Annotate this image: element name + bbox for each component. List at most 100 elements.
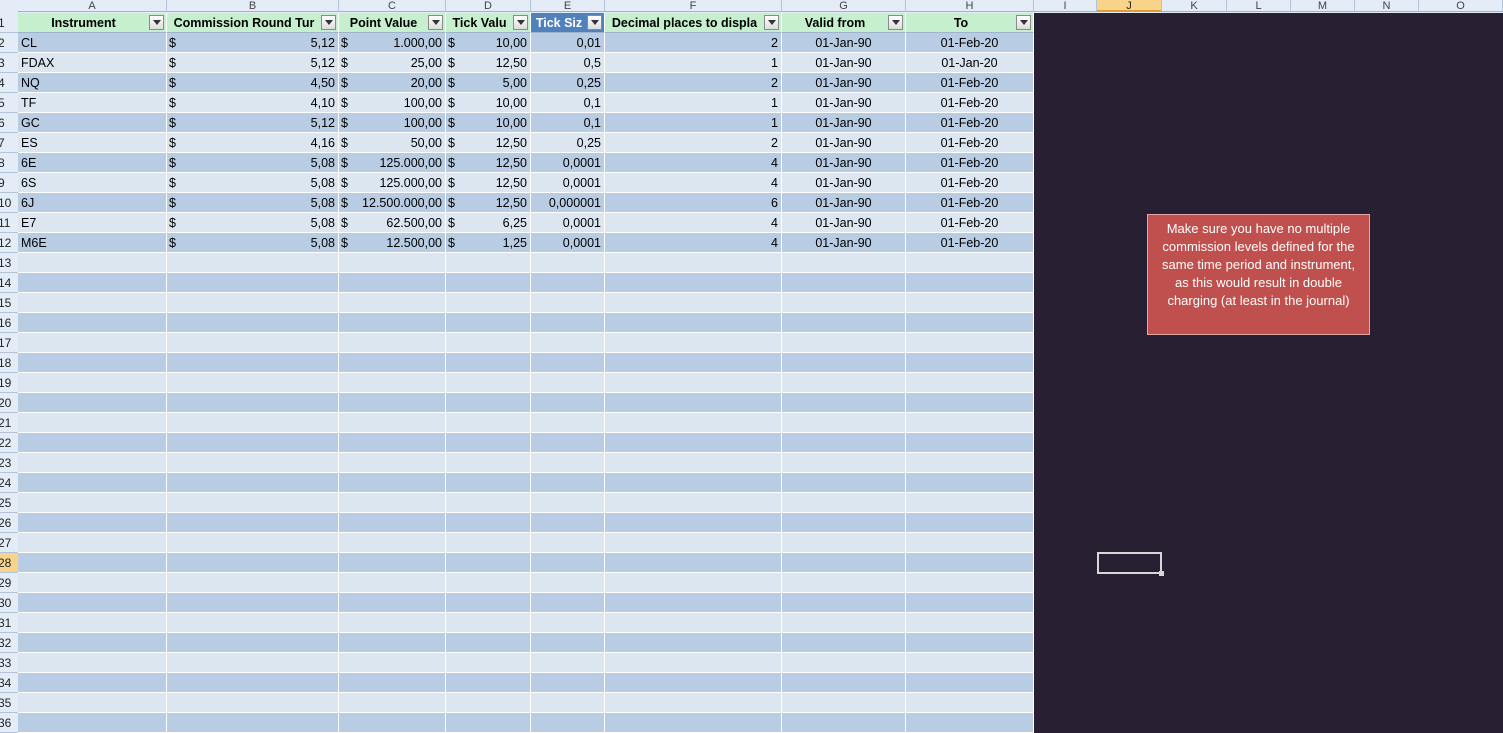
table-header-cell[interactable]: Valid from [782, 13, 906, 33]
table-cell[interactable]: 01-Feb-20 [906, 153, 1034, 173]
table-cell[interactable] [339, 353, 446, 373]
table-cell[interactable] [18, 373, 167, 393]
filter-dropdown-icon[interactable] [149, 15, 164, 30]
row-header-4[interactable]: 4 [0, 73, 18, 93]
table-cell[interactable] [18, 393, 167, 413]
row-header-19[interactable]: 19 [0, 373, 18, 393]
row-header-31[interactable]: 31 [0, 613, 18, 633]
table-cell[interactable]: 0,0001 [531, 213, 605, 233]
table-cell[interactable]: 2 [605, 133, 782, 153]
table-cell[interactable] [605, 413, 782, 433]
row-header-17[interactable]: 17 [0, 333, 18, 353]
table-header-cell[interactable]: Tick Valu [446, 13, 531, 33]
table-cell[interactable]: $4,16 [167, 133, 339, 153]
table-cell[interactable] [906, 433, 1034, 453]
table-cell[interactable]: 4 [605, 233, 782, 253]
table-cell[interactable] [605, 713, 782, 733]
table-cell[interactable] [531, 413, 605, 433]
table-cell[interactable] [167, 373, 339, 393]
table-cell[interactable] [339, 393, 446, 413]
table-cell[interactable] [167, 713, 339, 733]
table-cell[interactable]: $10,00 [446, 113, 531, 133]
table-cell[interactable] [782, 713, 906, 733]
table-cell[interactable] [339, 513, 446, 533]
table-cell[interactable] [605, 473, 782, 493]
table-cell[interactable] [531, 693, 605, 713]
table-cell[interactable]: 01-Feb-20 [906, 133, 1034, 153]
table-cell[interactable]: $5,12 [167, 113, 339, 133]
table-cell[interactable]: 0,0001 [531, 233, 605, 253]
column-header-c[interactable]: C [339, 0, 446, 12]
table-cell[interactable] [531, 593, 605, 613]
table-cell[interactable] [906, 393, 1034, 413]
table-cell[interactable]: 1 [605, 93, 782, 113]
table-cell[interactable]: $100,00 [339, 113, 446, 133]
table-cell[interactable]: 01-Jan-90 [782, 93, 906, 113]
table-cell[interactable] [446, 313, 531, 333]
table-cell[interactable] [339, 693, 446, 713]
table-cell[interactable] [605, 273, 782, 293]
table-cell[interactable]: FDAX [18, 53, 167, 73]
row-header-15[interactable]: 15 [0, 293, 18, 313]
row-header-18[interactable]: 18 [0, 353, 18, 373]
table-cell[interactable]: $12,50 [446, 173, 531, 193]
column-header-e[interactable]: E [531, 0, 605, 12]
table-cell[interactable]: 01-Jan-90 [782, 113, 906, 133]
table-cell[interactable]: 6J [18, 193, 167, 213]
table-cell[interactable] [167, 413, 339, 433]
table-cell[interactable] [18, 313, 167, 333]
table-cell[interactable]: 0,01 [531, 33, 605, 53]
table-cell[interactable] [339, 293, 446, 313]
table-cell[interactable] [531, 353, 605, 373]
row-header-29[interactable]: 29 [0, 573, 18, 593]
table-cell[interactable] [605, 433, 782, 453]
table-cell[interactable] [906, 673, 1034, 693]
table-cell[interactable] [446, 333, 531, 353]
table-cell[interactable] [18, 513, 167, 533]
table-cell[interactable] [531, 273, 605, 293]
table-cell[interactable] [18, 453, 167, 473]
table-cell[interactable]: 01-Jan-90 [782, 73, 906, 93]
table-cell[interactable]: TF [18, 93, 167, 113]
filter-dropdown-icon[interactable] [888, 15, 903, 30]
table-cell[interactable] [906, 333, 1034, 353]
table-cell[interactable] [531, 373, 605, 393]
table-cell[interactable] [605, 673, 782, 693]
table-cell[interactable]: $5,12 [167, 33, 339, 53]
table-cell[interactable] [906, 653, 1034, 673]
row-header-16[interactable]: 16 [0, 313, 18, 333]
table-cell[interactable] [167, 553, 339, 573]
table-cell[interactable]: $6,25 [446, 213, 531, 233]
row-header-28[interactable]: 28 [0, 553, 18, 573]
table-cell[interactable] [167, 253, 339, 273]
table-cell[interactable] [339, 673, 446, 693]
row-header-30[interactable]: 30 [0, 593, 18, 613]
table-cell[interactable] [18, 613, 167, 633]
table-cell[interactable]: $50,00 [339, 133, 446, 153]
table-cell[interactable]: 01-Jan-90 [782, 193, 906, 213]
table-cell[interactable] [782, 493, 906, 513]
table-cell[interactable]: 0,1 [531, 113, 605, 133]
table-cell[interactable] [167, 493, 339, 513]
table-cell[interactable]: $4,50 [167, 73, 339, 93]
table-cell[interactable] [605, 653, 782, 673]
table-cell[interactable] [167, 593, 339, 613]
table-cell[interactable] [167, 393, 339, 413]
table-cell[interactable]: 4 [605, 153, 782, 173]
table-cell[interactable] [531, 493, 605, 513]
table-cell[interactable] [339, 553, 446, 573]
table-cell[interactable]: 1 [605, 113, 782, 133]
column-header-a[interactable]: A [18, 0, 167, 12]
column-header-d[interactable]: D [446, 0, 531, 12]
table-cell[interactable] [906, 413, 1034, 433]
table-cell[interactable] [906, 253, 1034, 273]
table-cell[interactable] [339, 413, 446, 433]
table-cell[interactable] [605, 493, 782, 513]
row-header-11[interactable]: 11 [0, 213, 18, 233]
table-cell[interactable] [18, 713, 167, 733]
table-cell[interactable]: $125.000,00 [339, 173, 446, 193]
table-cell[interactable]: 0,000001 [531, 193, 605, 213]
table-cell[interactable] [531, 653, 605, 673]
table-cell[interactable] [531, 253, 605, 273]
filter-dropdown-icon[interactable] [513, 15, 528, 30]
